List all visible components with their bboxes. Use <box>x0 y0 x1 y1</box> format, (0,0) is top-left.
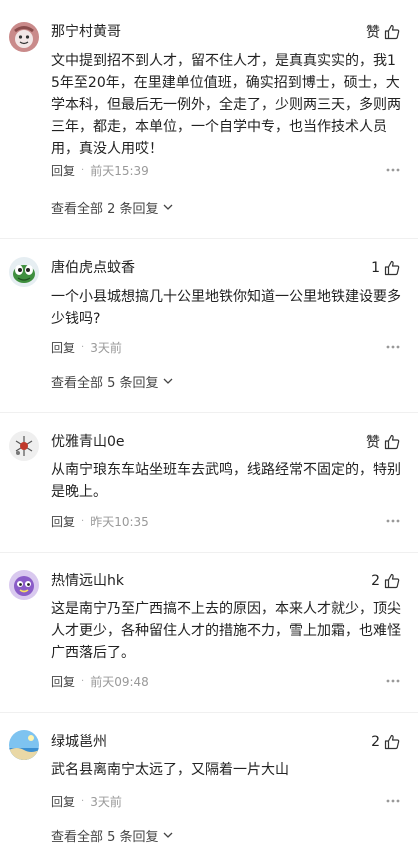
view-all-replies-label: 查看全部 5 条回复 <box>51 829 159 845</box>
thumbs-up-icon <box>384 434 400 450</box>
thumbs-up-icon <box>384 573 400 589</box>
separator-dot: · <box>81 341 85 353</box>
reply-button[interactable]: 回复 <box>51 793 75 810</box>
more-options-button[interactable] <box>386 672 400 690</box>
reply-button[interactable]: 回复 <box>51 513 75 530</box>
like-button[interactable]: 2 <box>371 571 400 591</box>
more-horizontal-icon <box>386 519 400 523</box>
avatar[interactable] <box>9 730 39 760</box>
comment-meta: 回复 · 前天09:48 <box>51 672 149 690</box>
separator-dot: · <box>81 515 85 527</box>
timestamp: 前天15:39 <box>90 163 149 178</box>
username[interactable]: 优雅青山0e <box>51 433 125 451</box>
avatar[interactable] <box>9 257 39 287</box>
like-count: 1 <box>371 260 380 276</box>
avatar[interactable] <box>9 22 39 52</box>
thumbs-up-icon <box>384 24 400 40</box>
comment-meta: 回复 · 昨天10:35 <box>51 512 149 530</box>
reply-button[interactable]: 回复 <box>51 162 75 179</box>
timestamp: 3天前 <box>90 340 122 355</box>
thumbs-up-icon <box>384 734 400 750</box>
username[interactable]: 热情远山hk <box>51 572 124 590</box>
timestamp: 昨天10:35 <box>90 514 149 529</box>
more-horizontal-icon <box>386 679 400 683</box>
thumbs-up-icon <box>384 260 400 276</box>
like-count: 2 <box>371 734 380 750</box>
separator-dot: · <box>81 795 85 807</box>
username[interactable]: 那宁村黄哥 <box>51 23 121 41</box>
separator-dot: · <box>81 675 85 687</box>
more-options-button[interactable] <box>386 792 400 810</box>
comment-meta: 回复 · 3天前 <box>51 792 122 810</box>
timestamp: 3天前 <box>90 794 122 809</box>
comment-text: 文中提到招不到人才，留不住人才，是真真实实的，我15年至20年，在里建单位值班，… <box>51 53 401 157</box>
divider <box>0 238 418 239</box>
comment-text: 这是南宁乃至广西搞不上去的原因，本来人才就少，顶尖人才更少，各种留住人才的措施不… <box>51 601 401 661</box>
divider <box>0 552 418 553</box>
comment-text: 武名县离南宁太远了，又隔着一片大山 <box>51 762 289 778</box>
view-all-replies-label: 查看全部 5 条回复 <box>51 375 159 391</box>
like-button[interactable]: 2 <box>371 732 400 752</box>
reply-button[interactable]: 回复 <box>51 339 75 356</box>
comment-text: 从南宁琅东车站坐班车去武鸣，线路经常不固定的，特别是晚上。 <box>51 462 401 500</box>
username[interactable]: 唐伯虎点蚊香 <box>51 259 135 277</box>
comment-meta: 回复 · 3天前 <box>51 338 122 356</box>
view-all-replies-label: 查看全部 2 条回复 <box>51 201 159 217</box>
comment-meta: 回复 · 前天15:39 <box>51 161 149 179</box>
comment-text: 一个小县城想搞几十公里地铁你知道一公里地铁建设要多少钱吗? <box>51 289 401 327</box>
more-horizontal-icon <box>386 168 400 172</box>
divider <box>0 712 418 713</box>
more-options-button[interactable] <box>386 338 400 356</box>
more-options-button[interactable] <box>386 161 400 179</box>
avatar[interactable] <box>9 431 39 461</box>
chevron-down-icon <box>163 378 173 384</box>
view-all-replies-button[interactable]: 查看全部 2 条回复 <box>51 197 173 217</box>
view-all-replies-button[interactable]: 查看全部 5 条回复 <box>51 371 173 391</box>
divider <box>0 412 418 413</box>
more-horizontal-icon <box>386 799 400 803</box>
more-options-button[interactable] <box>386 512 400 530</box>
like-count: 赞 <box>366 25 380 41</box>
reply-button[interactable]: 回复 <box>51 673 75 690</box>
chevron-down-icon <box>163 832 173 838</box>
avatar[interactable] <box>9 570 39 600</box>
more-horizontal-icon <box>386 345 400 349</box>
username[interactable]: 绿城邕州 <box>51 733 107 751</box>
chevron-down-icon <box>163 204 173 210</box>
like-button[interactable]: 赞 <box>366 22 400 42</box>
like-count: 赞 <box>366 435 380 451</box>
like-button[interactable]: 赞 <box>366 432 400 452</box>
timestamp: 前天09:48 <box>90 674 149 689</box>
like-button[interactable]: 1 <box>371 258 400 278</box>
view-all-replies-button[interactable]: 查看全部 5 条回复 <box>51 825 173 845</box>
like-count: 2 <box>371 573 380 589</box>
separator-dot: · <box>81 164 85 176</box>
